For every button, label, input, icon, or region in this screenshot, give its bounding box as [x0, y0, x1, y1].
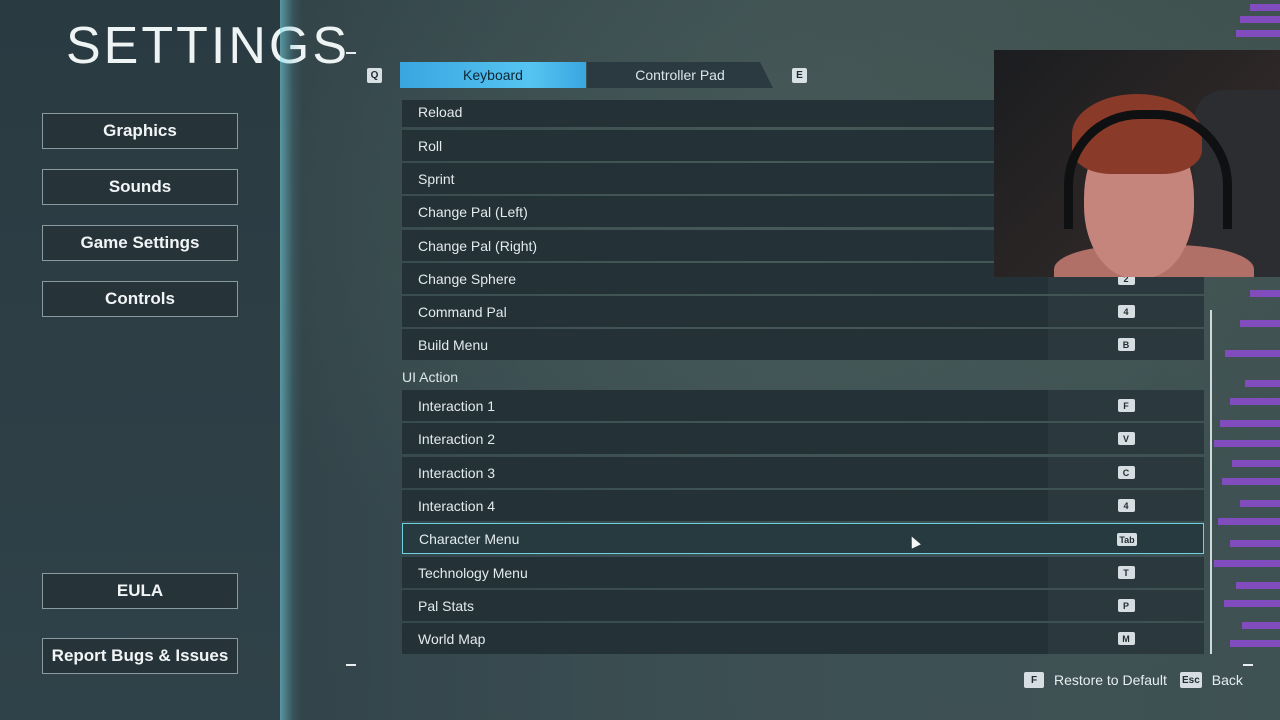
binding-label: Change Pal (Right): [418, 237, 538, 254]
binding-key-cell[interactable]: M: [1048, 623, 1204, 654]
key-icon: 4: [1117, 305, 1135, 318]
restore-default-button[interactable]: F Restore to Default: [1024, 672, 1167, 688]
key-icon: C: [1117, 466, 1135, 479]
binding-label: Command Pal: [418, 303, 507, 320]
binding-key-cell[interactable]: P: [1048, 590, 1204, 621]
binding-key-cell[interactable]: T: [1048, 557, 1204, 588]
restore-label: Restore to Default: [1054, 672, 1167, 688]
binding-label: Interaction 4: [418, 497, 496, 514]
binding-label: Technology Menu: [418, 564, 528, 581]
sidebar-item-game-settings[interactable]: Game Settings: [42, 225, 238, 261]
binding-row-build-menu[interactable]: Build Menu B: [402, 329, 1204, 360]
binding-label: Interaction 3: [418, 464, 496, 481]
next-tab-key-icon[interactable]: E: [792, 68, 807, 83]
report-bugs-button[interactable]: Report Bugs & Issues: [42, 638, 238, 674]
binding-label: Character Menu: [419, 530, 520, 547]
binding-row-pal-stats[interactable]: Pal Stats P: [402, 590, 1204, 621]
restore-key-icon: F: [1024, 672, 1044, 688]
key-icon: B: [1117, 338, 1135, 351]
tab-keyboard[interactable]: Keyboard: [400, 62, 586, 88]
binding-key-cell[interactable]: V: [1048, 423, 1204, 454]
binding-label: Interaction 2: [418, 430, 496, 447]
eula-button[interactable]: EULA: [42, 573, 238, 609]
tab-controller-pad[interactable]: Controller Pad: [587, 62, 773, 88]
key-icon: Tab: [1117, 533, 1137, 546]
list-top-marker: [346, 52, 356, 54]
key-icon: V: [1117, 432, 1135, 445]
back-button[interactable]: Esc Back: [1180, 672, 1243, 688]
back-label: Back: [1211, 672, 1243, 688]
binding-row-interaction-1[interactable]: Interaction 1 F: [402, 390, 1204, 421]
binding-key-cell[interactable]: 4: [1048, 490, 1204, 521]
list-bottom-marker: [346, 664, 356, 666]
prev-tab-key-icon[interactable]: Q: [367, 68, 382, 83]
binding-label: Roll: [418, 137, 443, 154]
binding-label: Change Pal (Left): [418, 203, 528, 220]
binding-key-cell[interactable]: B: [1048, 329, 1204, 360]
key-icon: 4: [1117, 499, 1135, 512]
settings-sidebar: SETTINGS Graphics Sounds Game Settings C…: [0, 0, 347, 720]
list-bottom-marker-right: [1243, 664, 1253, 666]
binding-row-character-menu[interactable]: Character Menu Tab: [402, 523, 1204, 554]
binding-label: Sprint: [418, 170, 455, 187]
binding-key-cell[interactable]: C: [1048, 457, 1204, 488]
binding-key-cell[interactable]: F: [1048, 390, 1204, 421]
key-icon: F: [1117, 399, 1135, 412]
binding-row-interaction-3[interactable]: Interaction 3 C: [402, 457, 1204, 488]
binding-row-command-pal[interactable]: Command Pal 4: [402, 296, 1204, 327]
page-title: SETTINGS: [66, 17, 351, 75]
esc-key-icon: Esc: [1180, 672, 1202, 688]
sidebar-item-graphics[interactable]: Graphics: [42, 113, 238, 149]
key-icon: T: [1117, 566, 1135, 579]
binding-label: Reload: [418, 103, 463, 120]
webcam-overlay: [994, 50, 1280, 277]
key-icon: M: [1117, 632, 1135, 645]
binding-key-cell[interactable]: 4: [1048, 296, 1204, 327]
section-header-ui-action: UI Action: [402, 369, 459, 385]
binding-label: Interaction 1: [418, 397, 496, 414]
binding-row-interaction-2[interactable]: Interaction 2 V: [402, 423, 1204, 454]
binding-row-world-map[interactable]: World Map M: [402, 623, 1204, 654]
sidebar-item-sounds[interactable]: Sounds: [42, 169, 238, 205]
binding-label: World Map: [418, 630, 486, 647]
list-scrollbar[interactable]: [1210, 310, 1212, 654]
key-icon: P: [1117, 599, 1135, 612]
sidebar-item-controls[interactable]: Controls: [42, 281, 238, 317]
binding-row-interaction-4[interactable]: Interaction 4 4: [402, 490, 1204, 521]
binding-label: Build Menu: [418, 336, 489, 353]
binding-label: Change Sphere: [418, 270, 517, 287]
binding-key-cell[interactable]: Tab: [1049, 524, 1204, 555]
panel-glow-divider: [280, 0, 302, 720]
binding-row-technology-menu[interactable]: Technology Menu T: [402, 557, 1204, 588]
binding-label: Pal Stats: [418, 597, 475, 614]
